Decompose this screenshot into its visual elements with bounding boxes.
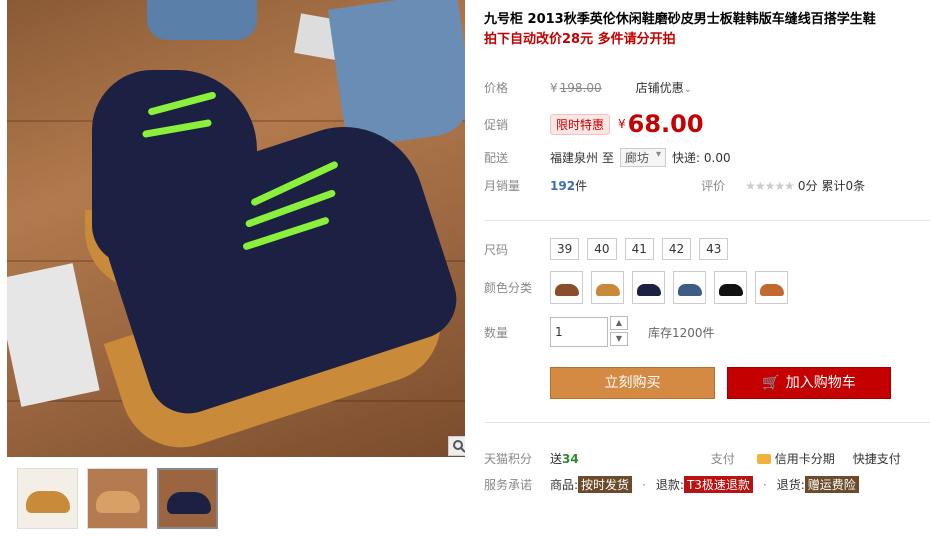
product-subtitle: 拍下自动改价28元 多件请分开拍 — [484, 32, 676, 47]
service-return-label: 退货: — [776, 478, 805, 492]
size-option[interactable]: 39 — [550, 238, 580, 260]
shipping-label: 配送 — [484, 151, 509, 165]
separator-dot: · — [762, 477, 767, 492]
service-goods-label: 商品: — [550, 478, 579, 492]
price-row: 价格 ¥ 198.00 店铺优惠⌄ — [484, 79, 692, 96]
ship-from: 福建泉州 — [550, 151, 599, 165]
decrement-icon[interactable]: ▼ — [610, 332, 628, 346]
increment-icon[interactable]: ▲ — [610, 316, 628, 330]
express-fee: 快递: 0.00 — [672, 151, 731, 165]
rating-score: 0分 — [797, 179, 818, 193]
separator-dot: · — [642, 477, 646, 492]
credit-card-icon — [756, 453, 771, 464]
quantity-label: 数量 — [484, 325, 509, 340]
size-label: 尺码 — [484, 242, 509, 257]
thumbnail-shoe — [96, 491, 140, 513]
credit-installment[interactable]: 信用卡分期 — [775, 450, 835, 467]
color-row: 颜色分类 — [484, 271, 796, 304]
currency-symbol: ¥ — [618, 117, 626, 131]
add-to-cart-button[interactable]: 🛒 加入购物车 — [727, 367, 891, 399]
points-row: 天猫积分 送 34 支付 信用卡分期 快捷支付 — [484, 450, 901, 467]
return-shipping-insurance-badge[interactable]: 赠运费险 — [804, 476, 859, 493]
quantity-row: 数量 1 ▲ ▼ 库存1200件 — [484, 316, 715, 348]
on-time-shipping-badge[interactable]: 按时发货 — [578, 476, 633, 493]
price-label: 价格 — [484, 81, 509, 95]
jeans-left — [147, 0, 257, 40]
cart-icon: 🛒 — [762, 375, 780, 391]
thumbnail-shoe — [26, 491, 70, 513]
rating-label: 评价 — [701, 179, 726, 193]
currency-symbol: ¥ — [550, 80, 558, 95]
promo-label: 促销 — [484, 117, 509, 132]
quantity-stepper: ▲ ▼ — [610, 316, 628, 348]
newspaper-prop — [7, 263, 100, 407]
color-swatch — [596, 284, 620, 296]
color-option-tan[interactable] — [591, 271, 624, 304]
thumbnail-active[interactable] — [157, 468, 218, 529]
thumbnail-shoe — [167, 492, 211, 514]
color-swatch — [719, 284, 743, 296]
sales-count: 192 — [550, 178, 576, 193]
sales-label: 月销量 — [484, 179, 521, 193]
service-label: 服务承诺 — [484, 478, 533, 492]
color-option-orange[interactable] — [755, 271, 788, 304]
ship-to-word: 至 — [602, 151, 615, 165]
sales-unit: 件 — [575, 179, 588, 193]
service-row: 服务承诺 商品: 按时发货 · 退款: T3极速退款 · 退货: 赠运费险 — [484, 476, 859, 493]
sales-row: 月销量 192 件 评价 ★★★★★ 0分 累计0条 — [484, 177, 865, 194]
buy-now-button[interactable]: 立刻购买 — [550, 367, 715, 399]
payment-label: 支付 — [710, 452, 735, 466]
color-option-black[interactable] — [714, 271, 747, 304]
size-option[interactable]: 42 — [661, 238, 692, 260]
color-swatch — [760, 284, 784, 296]
add-to-cart-label: 加入购物车 — [785, 375, 856, 391]
fast-refund-badge[interactable]: T3极速退款 — [683, 476, 753, 493]
points-amount: 34 — [562, 451, 579, 466]
color-swatch — [555, 284, 579, 296]
size-option[interactable]: 41 — [624, 238, 654, 260]
original-price: 198.00 — [559, 80, 602, 95]
shop-discount-label: 店铺优惠 — [635, 81, 684, 95]
points-send: 送 — [550, 452, 563, 466]
shipping-row: 配送 福建泉州 至 廊坊 快递: 0.00 — [484, 148, 731, 167]
promo-badge: 限时特惠 — [550, 113, 611, 135]
color-swatch — [637, 284, 661, 296]
promo-price: 68.00 — [627, 110, 704, 138]
quick-pay[interactable]: 快捷支付 — [853, 450, 901, 467]
stock-count: 库存1200件 — [648, 325, 715, 340]
zoom-icon[interactable] — [448, 436, 465, 456]
thumbnail[interactable] — [87, 468, 148, 529]
service-refund-label: 退款: — [655, 478, 684, 492]
points-label: 天猫积分 — [484, 452, 533, 466]
product-title: 九号柜 2013秋季英伦休闲鞋磨砂皮男士板鞋韩版车缝线百搭学生鞋 — [484, 12, 876, 27]
main-product-photo[interactable] — [7, 0, 465, 457]
color-swatch — [678, 284, 702, 296]
divider — [484, 422, 930, 423]
thumbnail-strip — [17, 468, 218, 529]
color-label: 颜色分类 — [484, 281, 533, 295]
destination-select[interactable]: 廊坊 — [620, 148, 667, 167]
divider — [484, 220, 930, 221]
color-option-blue[interactable] — [673, 271, 706, 304]
color-option-navy[interactable] — [632, 271, 665, 304]
color-option-brown[interactable] — [550, 271, 583, 304]
chevron-down-icon: ⌄ — [683, 84, 693, 95]
size-row: 尺码 39 40 41 42 43 — [484, 238, 736, 260]
quantity-input[interactable]: 1 — [550, 317, 608, 347]
review-count-link[interactable]: 累计0条 — [822, 177, 866, 194]
size-option[interactable]: 40 — [587, 238, 617, 260]
promo-row: 促销 限时特惠 ¥ 68.00 — [484, 110, 704, 138]
product-header: 九号柜 2013秋季英伦休闲鞋磨砂皮男士板鞋韩版车缝线百搭学生鞋 拍下自动改价2… — [484, 10, 924, 50]
shop-discount-dropdown[interactable]: 店铺优惠⌄ — [636, 79, 692, 96]
size-option[interactable]: 43 — [699, 238, 729, 260]
thumbnail[interactable] — [17, 468, 78, 529]
rating-stars-icon: ★★★★★ — [745, 178, 795, 193]
